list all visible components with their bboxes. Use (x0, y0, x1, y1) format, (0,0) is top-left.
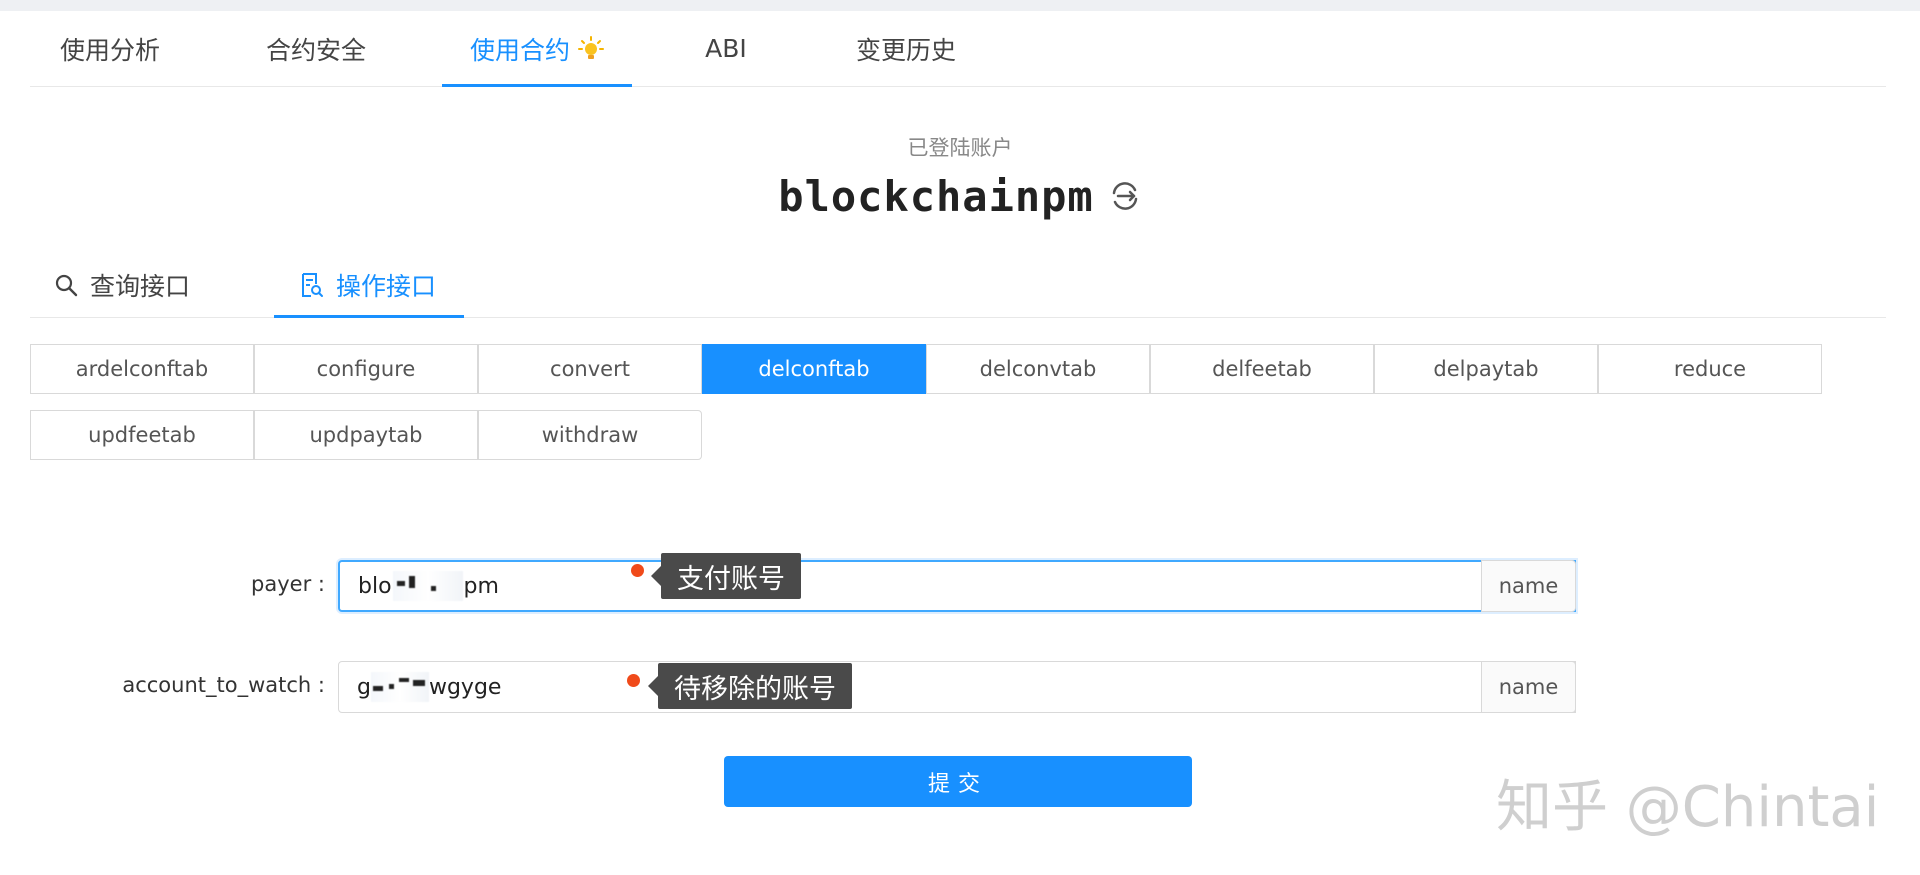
tab-use-contract[interactable]: 使用合约 (442, 11, 632, 87)
top-strip (0, 0, 1920, 11)
main-tab-bar: 使用分析 合约安全 使用合约 ABI 变更历史 (30, 11, 1886, 87)
payer-type-addon: name (1481, 560, 1576, 612)
method-button[interactable]: delpaytab (1374, 344, 1598, 394)
redacted-segment (392, 571, 463, 601)
account-row: blockchainpm (0, 168, 1920, 224)
interface-tab-bar: 查询接口 操作接口 (30, 252, 1886, 318)
tab-abi[interactable]: ABI (702, 11, 750, 86)
logged-in-account-label: 已登陆账户 (907, 136, 1013, 160)
account-to-watch-input[interactable]: g wgyge (338, 661, 1576, 713)
payer-input[interactable]: blo pm (338, 560, 1576, 612)
tab-label: 使用分析 (59, 35, 160, 65)
payer-value-start: blo (358, 573, 392, 599)
tab-query-interface[interactable]: 查询接口 (54, 252, 214, 317)
method-button[interactable]: ardelconftab (30, 344, 254, 394)
submit-button[interactable]: 提交 (724, 756, 1192, 807)
method-button[interactable]: reduce (1598, 344, 1822, 394)
annotation-dot (627, 674, 640, 687)
account-to-watch-value-end: wgyge (428, 674, 502, 700)
tab-action-interface[interactable]: 操作接口 (274, 252, 464, 318)
account-name: blockchainpm (778, 171, 1094, 221)
payer-annotation: 支付账号 (651, 553, 801, 599)
method-button-group: ardelconftab configure convert delconfta… (30, 344, 1824, 464)
account-to-watch-annotation: 待移除的账号 (648, 663, 852, 709)
search-icon (55, 274, 78, 296)
annotation-dot (631, 564, 644, 577)
method-button[interactable]: updpaytab (254, 410, 478, 460)
watermark: 知乎 @Chintai (1496, 775, 1880, 840)
account-to-watch-value-start: g (357, 674, 371, 700)
method-button[interactable]: delconvtab (926, 344, 1150, 394)
redacted-segment (370, 672, 429, 702)
method-button-selected[interactable]: delconftab (702, 344, 926, 394)
tab-contract-security[interactable]: 合约安全 (262, 11, 370, 86)
tab-label: 变更历史 (855, 35, 956, 65)
method-button[interactable]: delfeetab (1150, 344, 1374, 394)
tab-label: 操作接口 (336, 271, 437, 301)
method-button[interactable]: convert (478, 344, 702, 394)
tab-usage-analysis[interactable]: 使用分析 (56, 11, 164, 86)
payer-value-end: pm (463, 573, 499, 599)
method-button[interactable]: withdraw (478, 410, 702, 460)
lightbulb-icon (578, 35, 604, 59)
tab-label: ABI (705, 34, 747, 63)
file-search-icon (302, 272, 323, 297)
tab-change-history[interactable]: 变更历史 (852, 11, 960, 86)
method-button[interactable]: configure (254, 344, 478, 394)
tab-label: 查询接口 (90, 271, 191, 301)
switch-account-icon[interactable] (1108, 179, 1142, 213)
tab-label: 使用合约 (469, 35, 570, 65)
payer-label: payer : (251, 572, 325, 596)
account-to-watch-label: account_to_watch : (122, 673, 325, 697)
method-button[interactable]: updfeetab (30, 410, 254, 460)
account-to-watch-type-addon: name (1481, 661, 1576, 713)
tab-label: 合约安全 (265, 35, 366, 65)
